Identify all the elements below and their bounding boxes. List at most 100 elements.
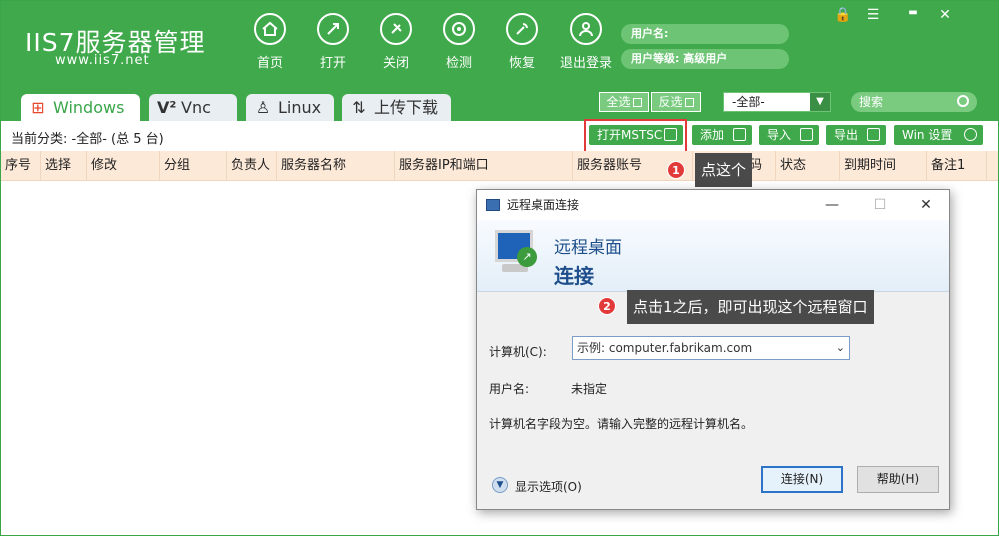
category-filter-select[interactable]: -全部- ▼ [723, 92, 831, 112]
column-header[interactable]: 到期时间 [840, 151, 927, 181]
username-label: 用户名: [489, 382, 530, 396]
nav-label: 打开 [319, 56, 346, 71]
annotation-badge-1: 1 [667, 161, 685, 179]
import-button[interactable]: 导入 [759, 125, 819, 145]
chevron-down-icon[interactable]: ▼ [492, 477, 508, 493]
highlight-box [584, 119, 687, 154]
search-placeholder: 搜索 [859, 95, 884, 109]
menu-icon[interactable]: ☰ [863, 7, 883, 23]
help-button[interactable]: 帮助(H) [857, 466, 939, 493]
computer-placeholder: 示例: computer.fabrikam.com [577, 341, 753, 355]
column-header[interactable]: 选择 [41, 151, 87, 181]
linux-icon: ♙ [255, 98, 271, 117]
dialog-message: 计算机名字段为空。请输入完整的远程计算机名。 [489, 417, 754, 431]
table-header: 序号 选择 修改 分组 负责人 服务器名称 服务器IP和端口 服务器账号 服务器… [1, 151, 998, 181]
button-label: Win 设置 [902, 128, 953, 142]
nav-label: 退出登录 [559, 56, 612, 71]
remote-desktop-icon [486, 199, 500, 211]
restore-icon [506, 13, 538, 45]
open-icon [317, 13, 349, 45]
annotation-tip-2: 点击1之后，即可出现这个远程窗口 [627, 290, 874, 324]
user-level-label: 用户等级: [631, 52, 680, 65]
dialog-banner: ↗ 远程桌面 连接 [477, 220, 949, 292]
computer-label: 计算机(C): [489, 345, 547, 359]
username-box: 用户名: [621, 24, 789, 44]
close-icon [380, 13, 412, 45]
invert-label: 反选 [658, 95, 683, 109]
tab-upload-download[interactable]: ⇅ 上传下载 [342, 94, 451, 122]
dialog-heading-line1: 远程桌面 [554, 238, 622, 258]
nav-label: 关闭 [382, 56, 409, 71]
user-level-value: 高级用户 [683, 52, 728, 65]
column-header[interactable]: 状态 [776, 151, 840, 181]
nav-label: 恢复 [508, 56, 535, 71]
column-header[interactable]: 备注1 [927, 151, 987, 181]
add-icon [733, 128, 746, 141]
export-button[interactable]: 导出 [826, 125, 886, 145]
checkbox-icon [684, 98, 694, 107]
invert-selection-button[interactable]: 反选 [651, 92, 701, 112]
dialog-minimize-icon[interactable]: — [809, 190, 855, 220]
upload-icon: ⇅ [352, 98, 366, 117]
annotation-tip-1: 点这个 [695, 153, 753, 187]
tab-label: 上传下载 [374, 98, 439, 117]
dialog-heading-line2: 连接 [554, 264, 594, 288]
detect-icon [443, 13, 475, 45]
toolbar: 当前分类: -全部- (总 5 台) 打开MSTSC 添加 导入 导出 Win … [1, 121, 998, 151]
win-settings-button[interactable]: Win 设置 [894, 125, 983, 145]
annotation-badge-2: 2 [598, 297, 616, 315]
column-header[interactable]: 服务器名称 [277, 151, 395, 181]
tab-windows[interactable]: ⊞ Windows [21, 94, 140, 122]
lock-icon[interactable]: 🔒 [833, 7, 853, 23]
nav-restore-button[interactable]: 恢复 [491, 13, 553, 73]
dialog-title: 远程桌面连接 [507, 198, 580, 212]
column-header[interactable]: 负责人 [227, 151, 277, 181]
username-label: 用户名: [631, 27, 669, 40]
logo-url: www.iis7.net [55, 53, 150, 68]
select-all-button[interactable]: 全选 [599, 92, 649, 112]
nav-detect-button[interactable]: 检测 [428, 13, 490, 73]
download-icon [800, 128, 813, 141]
nav-label: 首页 [256, 56, 283, 71]
gear-icon [964, 128, 977, 141]
computer-input[interactable]: 示例: computer.fabrikam.com ⌄ [572, 336, 850, 360]
minimize-icon[interactable]: ▬ [903, 7, 923, 18]
tab-vnc[interactable]: V² Vnc [149, 94, 237, 122]
button-label: 导入 [767, 128, 792, 142]
home-icon [254, 13, 286, 45]
dialog-close-icon[interactable]: ✕ [903, 190, 949, 220]
dialog-maximize-icon: ☐ [873, 197, 887, 213]
close-window-icon[interactable]: ✕ [935, 7, 955, 23]
nav-label: 检测 [445, 56, 472, 71]
nav-open-button[interactable]: 打开 [302, 13, 364, 73]
search-input[interactable]: 搜索 [851, 92, 977, 112]
search-icon [957, 95, 969, 107]
column-header[interactable]: 服务器IP和端口 [395, 151, 573, 181]
column-header[interactable]: 修改 [87, 151, 160, 181]
nav-logout-button[interactable]: 退出登录 [554, 13, 618, 73]
connect-arrow-icon: ↗ [517, 247, 537, 267]
nav-home-button[interactable]: 首页 [239, 13, 301, 73]
select-all-label: 全选 [606, 95, 631, 109]
nav-close-button[interactable]: 关闭 [365, 13, 427, 73]
show-options-link[interactable]: 显示选项(O) [515, 478, 582, 495]
dialog-title-bar: 远程桌面连接 — ☐ ✕ [477, 190, 949, 220]
app-window: IIS7服务器管理 www.iis7.net 首页 打开 关闭 检测 恢复 退出… [0, 0, 999, 536]
remote-desktop-dialog: 远程桌面连接 — ☐ ✕ ↗ 远程桌面 连接 计算机(C): 示例: compu… [476, 189, 950, 510]
column-header[interactable]: 分组 [160, 151, 227, 181]
dropdown-arrow-icon: ▼ [810, 93, 830, 111]
user-level-box: 用户等级: 高级用户 [621, 49, 789, 69]
button-label: 添加 [700, 128, 725, 142]
column-header[interactable]: 序号 [1, 151, 41, 181]
tab-label: Linux [278, 98, 322, 117]
button-label: 导出 [834, 128, 859, 142]
current-category: 当前分类: -全部- (总 5 台) [11, 132, 164, 147]
upload-icon [867, 128, 880, 141]
add-button[interactable]: 添加 [692, 125, 752, 145]
tab-label: Vnc [181, 98, 211, 117]
checkbox-icon [632, 98, 642, 107]
filter-value: -全部- [732, 95, 765, 109]
tab-linux[interactable]: ♙ Linux [246, 94, 334, 122]
connect-button[interactable]: 连接(N) [761, 466, 843, 493]
chevron-down-icon[interactable]: ⌄ [836, 337, 845, 359]
